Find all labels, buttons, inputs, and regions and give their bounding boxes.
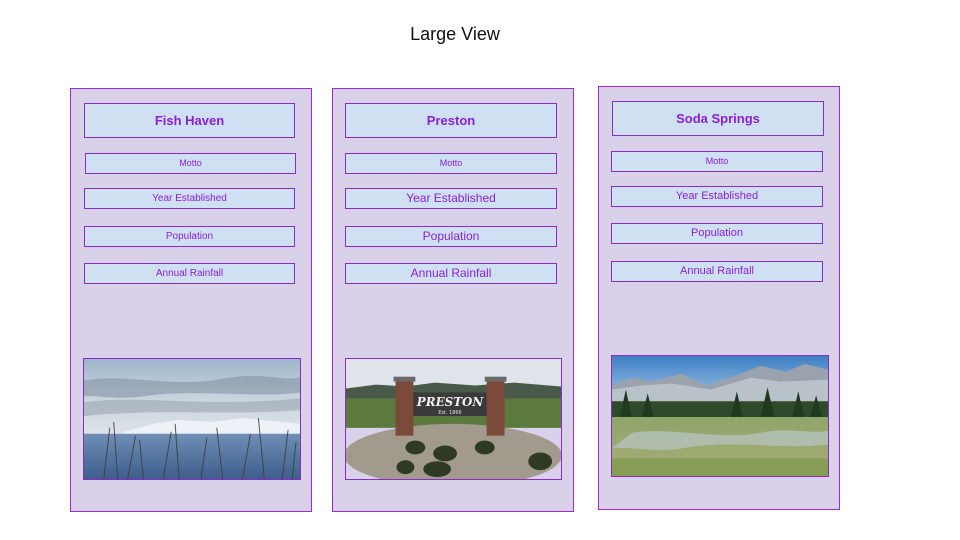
motto-box: Motto bbox=[85, 153, 296, 174]
motto-box: Motto bbox=[611, 151, 823, 172]
population-box: Population bbox=[345, 226, 557, 247]
population-box: Population bbox=[611, 223, 823, 244]
town-card-fish-haven: Fish Haven Motto Year Established Popula… bbox=[70, 88, 312, 512]
year-established-box: Year Established bbox=[611, 186, 823, 207]
annual-rainfall-box: Annual Rainfall bbox=[611, 261, 823, 282]
mountain-meadow-photo bbox=[611, 355, 829, 477]
annual-rainfall-box: Annual Rainfall bbox=[345, 263, 557, 284]
page-title: Large View bbox=[410, 24, 500, 44]
sign-text: PRESTON bbox=[416, 395, 485, 409]
town-name-box: Soda Springs bbox=[612, 101, 824, 136]
preston-sign-photo: PRESTON Est. 1866 bbox=[345, 358, 562, 480]
motto-box: Motto bbox=[345, 153, 557, 174]
population-box: Population bbox=[84, 226, 295, 247]
town-card-preston: Preston Motto Year Established Populatio… bbox=[332, 88, 574, 512]
town-card-soda-springs: Soda Springs Motto Year Established Popu… bbox=[598, 86, 840, 510]
town-name-box: Fish Haven bbox=[84, 103, 295, 138]
sign-subtext: Est. 1866 bbox=[438, 410, 461, 416]
town-name-box: Preston bbox=[345, 103, 557, 138]
year-established-box: Year Established bbox=[345, 188, 557, 209]
year-established-box: Year Established bbox=[84, 188, 295, 209]
annual-rainfall-box: Annual Rainfall bbox=[84, 263, 295, 284]
lake-shore-photo bbox=[83, 358, 301, 480]
